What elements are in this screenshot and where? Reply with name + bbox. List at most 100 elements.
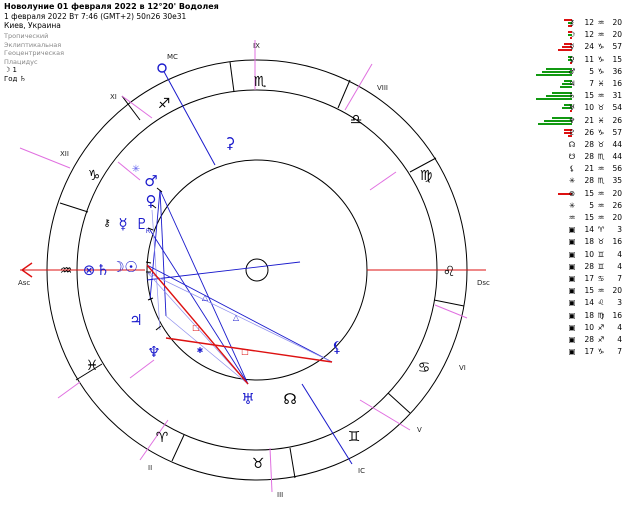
strength-bars bbox=[512, 202, 572, 211]
house-label-2: II bbox=[148, 464, 152, 472]
planet-list-degree: 7 bbox=[589, 78, 594, 88]
strength-bars bbox=[512, 263, 572, 272]
planet-list-minutes: 3 bbox=[617, 298, 622, 308]
planet-list-minutes: 26 bbox=[612, 200, 622, 210]
planet-moon-icon: ☽ bbox=[111, 258, 124, 276]
planet-list-sign-icon: ♒ bbox=[597, 164, 605, 174]
planet-list-row: ✳ 5 ♒ 26 bbox=[528, 200, 636, 212]
strength-bars bbox=[512, 116, 572, 126]
planet-list-minutes: 26 bbox=[612, 115, 622, 125]
sign-leo-icon: ♌ bbox=[443, 264, 456, 280]
planet-list-glyph-icon: ⚷ bbox=[569, 18, 575, 27]
planet-list-glyph-icon: ♆ bbox=[568, 115, 576, 125]
planet-list-degree: 12 bbox=[584, 30, 594, 40]
planet-list-minutes: 20 bbox=[612, 188, 622, 198]
planet-list-row: ♄ 15 ♒ 31 bbox=[528, 90, 636, 102]
aspect-trine-icon: △ bbox=[202, 293, 209, 302]
planet-list-glyph-icon: ♄ bbox=[568, 91, 576, 101]
house-label-ic: IC bbox=[358, 467, 365, 475]
planet-list-minutes: 20 bbox=[612, 30, 622, 40]
planet-list-minutes: 3 bbox=[617, 225, 622, 235]
planet-list-degree: 15 bbox=[584, 286, 594, 296]
planet-list-minutes: 16 bbox=[612, 237, 622, 247]
planet-list-sign-icon: ♒ bbox=[597, 286, 605, 296]
planet-positions-list: ⚷ 12 ♒ 20 ☽ 12 ♒ 20 ☿ 24 ♑ 57 ♀ 11 ♑ 15 ♂ 5 ♑ 36 ♃ 7 ♓ 16 ♄ 15 ♒ 31… bbox=[528, 17, 636, 358]
planet-list-glyph-icon: ▣ bbox=[568, 298, 576, 308]
planet-list-glyph-icon: ▣ bbox=[568, 310, 576, 320]
planet-list-degree: 24 bbox=[584, 42, 594, 52]
planet-list-row: ▣ 17 ♋ 7 bbox=[528, 273, 636, 285]
planet-list-degree: 14 bbox=[584, 225, 594, 235]
house-label-asc: Asc bbox=[18, 279, 30, 287]
planet-list-sign-icon: ♉ bbox=[597, 139, 605, 149]
planet-list-degree: 28 bbox=[584, 176, 594, 186]
planet-list-glyph-icon: ▣ bbox=[568, 347, 576, 357]
planet-list-sign-icon: ♑ bbox=[597, 127, 605, 137]
strength-bars bbox=[512, 43, 572, 52]
aspect-sextile-icon: ✱ bbox=[197, 346, 204, 355]
planet-list-minutes: 57 bbox=[612, 127, 622, 137]
sign-aquarius-icon: ♒ bbox=[60, 263, 73, 279]
planet-list-minutes: 54 bbox=[612, 103, 622, 113]
planet-list-sign-icon: ♒ bbox=[597, 188, 605, 198]
strength-bars bbox=[512, 238, 572, 247]
house-label-9: IX bbox=[253, 42, 260, 50]
planet-neptune-icon: ♆ bbox=[147, 343, 160, 361]
planet-list-glyph-icon: ✳ bbox=[568, 200, 576, 210]
planet-sun-icon: ☉ bbox=[124, 258, 137, 276]
planet-list-minutes: 4 bbox=[617, 261, 622, 271]
planet-list-minutes: 15 bbox=[612, 54, 622, 64]
sign-scorpio-icon: ♏ bbox=[254, 74, 267, 90]
planet-list-glyph-icon: ♀ bbox=[569, 54, 575, 64]
planet-list-row: ▣ 18 ♉ 16 bbox=[528, 236, 636, 248]
planet-list-sign-icon: ♊ bbox=[597, 249, 605, 259]
planet-list-minutes: 4 bbox=[617, 322, 622, 332]
planet-list-glyph-icon: ☊ bbox=[568, 139, 576, 149]
strength-bars bbox=[512, 348, 572, 357]
house-label-mc: MC bbox=[167, 53, 178, 61]
planet-list-glyph-icon: ▣ bbox=[568, 225, 576, 235]
planet-list-minutes: 16 bbox=[612, 310, 622, 320]
planet-list-glyph-icon: ☿ bbox=[569, 42, 575, 52]
planet-list-glyph-icon: ♒ bbox=[568, 213, 576, 222]
planet-list-minutes: 36 bbox=[612, 66, 622, 76]
strength-bars bbox=[512, 177, 572, 186]
planet-list-glyph-icon: ▣ bbox=[568, 249, 576, 259]
planet-list-degree: 28 bbox=[584, 334, 594, 344]
planet-list-degree: 10 bbox=[584, 322, 594, 332]
planet-list-glyph-icon: ⚸ bbox=[569, 164, 575, 174]
planet-list-sign-icon: ♒ bbox=[597, 91, 605, 101]
planet-list-glyph-icon: ⊗ bbox=[568, 188, 576, 198]
planet-list-sign-icon: ♐ bbox=[597, 334, 605, 344]
aspect-trine-icon-2: △ bbox=[233, 313, 240, 322]
mc-marker-icon bbox=[157, 63, 167, 73]
planet-list-minutes: 20 bbox=[612, 213, 622, 222]
planet-uranus-icon: ♅ bbox=[241, 390, 254, 408]
planet-list-sign-icon: ♑ bbox=[597, 42, 605, 52]
planet-list-glyph-icon: ♂ bbox=[568, 66, 576, 76]
planet-list-sign-icon: ♑ bbox=[597, 54, 605, 64]
planet-list-glyph-icon: ☋ bbox=[568, 152, 576, 162]
planet-list-sign-icon: ♋ bbox=[597, 273, 605, 283]
house-label-5: V bbox=[417, 426, 422, 434]
planet-list-degree: 15 bbox=[584, 213, 594, 222]
planet-list-minutes: 56 bbox=[612, 164, 622, 174]
house-label-dsc: Dsc bbox=[477, 279, 490, 287]
strength-bars bbox=[512, 55, 572, 65]
planet-list-minutes: 31 bbox=[612, 91, 622, 101]
planet-mars-icon: ♂ bbox=[144, 172, 157, 190]
planet-list-glyph-icon: ▣ bbox=[568, 334, 576, 344]
planet-list-glyph-icon: ▣ bbox=[568, 273, 576, 283]
planet-list-row: ✳ 28 ♏ 35 bbox=[528, 175, 636, 187]
planet-list-sign-icon: ♉ bbox=[597, 103, 605, 113]
strength-bars bbox=[512, 226, 572, 235]
sign-capricorn-icon: ♑ bbox=[88, 168, 101, 184]
planet-list-degree: 21 bbox=[584, 164, 594, 174]
planet-list-glyph-icon: ✳ bbox=[568, 176, 576, 186]
planet-list-degree: 18 bbox=[584, 237, 594, 247]
mc-axis bbox=[161, 67, 216, 166]
strength-bars bbox=[512, 153, 572, 162]
sign-libra-icon: ♎ bbox=[350, 112, 363, 128]
planet-list-minutes: 16 bbox=[612, 78, 622, 88]
planet-list-row: ▣ 14 ♌ 3 bbox=[528, 297, 636, 309]
